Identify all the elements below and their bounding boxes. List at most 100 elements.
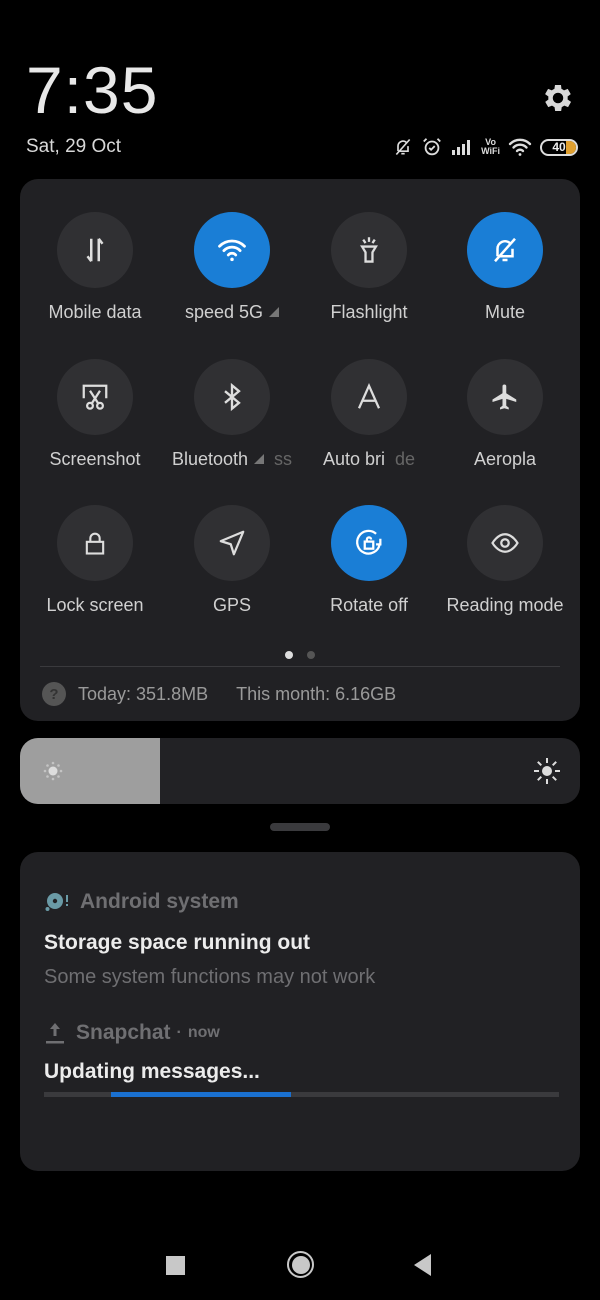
notification-body: Some system functions may not work xyxy=(44,966,376,988)
wifi-icon xyxy=(217,237,247,263)
screenshot-icon xyxy=(80,382,110,412)
tile-label-text: Lock screen xyxy=(46,595,144,615)
page-dot-2[interactable] xyxy=(307,651,315,659)
tile-label-text: Flashlight xyxy=(330,302,408,322)
tile-label-text: Mobile data xyxy=(48,302,142,322)
auto-brightness-icon xyxy=(354,382,384,412)
app-name: Snapchat xyxy=(76,1021,171,1044)
tile-label: Rotate off xyxy=(299,595,439,616)
tile-label-text: Bluetooth xyxy=(171,449,249,469)
tile-toggle[interactable] xyxy=(194,212,270,288)
tile-screenshot[interactable]: Screenshot xyxy=(25,359,165,470)
tile-rotate-off[interactable]: Rotate off xyxy=(299,505,439,616)
tile-aeropla[interactable]: Aeropla xyxy=(435,359,575,470)
notification-header: Snapchat · now xyxy=(44,1020,220,1046)
location-icon xyxy=(217,528,247,558)
tile-reading-mode[interactable]: Reading mode xyxy=(435,505,575,616)
tile-label: Reading mode xyxy=(435,595,575,616)
progress-bar xyxy=(44,1092,559,1097)
bell-off-icon xyxy=(490,235,520,265)
status-icons: Vo WiFi 40 xyxy=(393,134,578,160)
tile-gps[interactable]: GPS xyxy=(162,505,302,616)
eye-icon xyxy=(488,528,522,558)
tile-toggle[interactable] xyxy=(331,359,407,435)
brightness-low-icon xyxy=(43,761,63,781)
drag-handle[interactable] xyxy=(270,823,330,831)
battery-icon: 40 xyxy=(540,138,578,156)
expand-arrow-icon[interactable] xyxy=(269,307,280,317)
airplane-icon xyxy=(490,382,520,412)
bell-off-icon xyxy=(395,138,411,156)
tile-label-suffix: de xyxy=(395,449,416,469)
settings-button[interactable] xyxy=(540,80,576,116)
tile-toggle[interactable] xyxy=(331,505,407,581)
tile-lock-screen[interactable]: Lock screen xyxy=(25,505,165,616)
lock-icon xyxy=(81,528,109,558)
tile-label: Lock screen xyxy=(25,595,165,616)
recents-button[interactable] xyxy=(166,1256,185,1275)
progress-fill xyxy=(110,1092,292,1097)
tile-label-text: Mute xyxy=(484,302,526,322)
signal-icon xyxy=(452,140,471,155)
notifications-panel: Android system Storage space running out… xyxy=(20,852,580,1171)
tile-auto-bri[interactable]: Auto bri de xyxy=(299,359,439,470)
tile-label: GPS xyxy=(162,595,302,616)
tile-toggle[interactable] xyxy=(57,212,133,288)
date[interactable]: Sat, 29 Oct xyxy=(26,136,121,158)
storage-icon xyxy=(45,893,68,911)
tile-label: Bluetooth ss xyxy=(162,449,302,470)
alarm-icon xyxy=(423,138,441,156)
tile-label: Screenshot xyxy=(25,449,165,470)
tile-toggle[interactable] xyxy=(467,212,543,288)
tile-label: Aeropla xyxy=(435,449,575,470)
data-usage[interactable]: ? Today: 351.8MB This month: 6.16GB xyxy=(42,682,396,706)
brightness-slider[interactable] xyxy=(20,738,580,804)
tile-toggle[interactable] xyxy=(194,359,270,435)
tile-toggle[interactable] xyxy=(331,212,407,288)
vowifi-bottom: WiFi xyxy=(481,146,500,156)
tile-label-suffix: ss xyxy=(274,449,293,469)
mobile-data-icon xyxy=(80,235,110,265)
home-icon xyxy=(291,1255,310,1274)
bluetooth-icon xyxy=(218,382,246,412)
tile-label: Flashlight xyxy=(299,302,439,323)
notification-title: Storage space running out xyxy=(44,931,311,954)
tile-flashlight[interactable]: Flashlight xyxy=(299,212,439,323)
divider xyxy=(40,666,560,667)
navigation-bar xyxy=(0,1240,600,1290)
wifi-icon xyxy=(508,138,532,156)
page-dot-1[interactable] xyxy=(285,651,293,659)
expand-arrow-icon[interactable] xyxy=(254,454,265,464)
tile-bluetooth[interactable]: Bluetooth ss xyxy=(162,359,302,470)
tile-speed-5g[interactable]: speed 5G xyxy=(162,212,302,323)
tile-label-text: Aeropla xyxy=(473,449,537,469)
app-name: Android system xyxy=(80,890,239,913)
tile-mobile-data[interactable]: Mobile data xyxy=(25,212,165,323)
usage-today: Today: 351.8MB xyxy=(78,683,209,704)
tile-mute[interactable]: Mute xyxy=(435,212,575,323)
tile-label-text: speed 5G xyxy=(184,302,264,322)
notification-title: Updating messages... xyxy=(44,1060,260,1083)
brightness-high-icon xyxy=(534,758,560,784)
tile-toggle[interactable] xyxy=(194,505,270,581)
clock[interactable]: 7:35 xyxy=(26,52,158,128)
notification-header: Android system xyxy=(44,890,239,914)
help-icon: ? xyxy=(42,682,66,706)
battery-level: 40 xyxy=(552,140,566,154)
tile-toggle[interactable] xyxy=(57,359,133,435)
tile-label-text: Rotate off xyxy=(330,595,408,615)
tile-toggle[interactable] xyxy=(467,359,543,435)
usage-month: This month: 6.16GB xyxy=(236,683,397,704)
tile-label-text: Screenshot xyxy=(49,449,141,469)
back-button[interactable] xyxy=(414,1254,431,1276)
separator: · xyxy=(176,1024,182,1041)
tile-label-text: GPS xyxy=(212,595,251,615)
home-button[interactable] xyxy=(287,1251,314,1278)
quick-settings-panel: Mobile data speed 5G Flashlight Mute Screens… xyxy=(20,179,580,721)
tile-toggle[interactable] xyxy=(57,505,133,581)
page-indicator xyxy=(20,651,580,659)
upload-icon xyxy=(46,1023,64,1044)
tile-toggle[interactable] xyxy=(467,505,543,581)
notification-time: now xyxy=(187,1024,220,1041)
vowifi-icon: Vo WiFi xyxy=(481,138,500,156)
